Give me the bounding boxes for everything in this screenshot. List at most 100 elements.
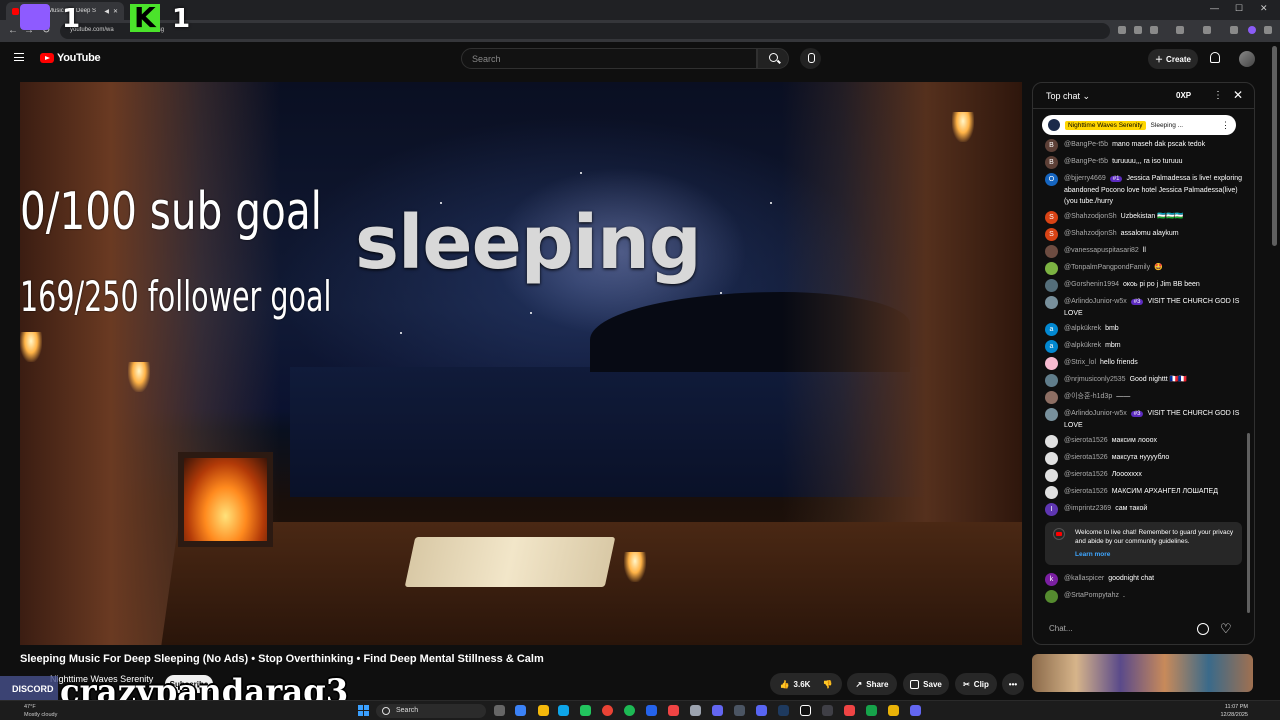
emoji-icon[interactable]: [1197, 623, 1209, 635]
app-icon[interactable]: [668, 705, 679, 716]
chat-message[interactable]: @sierota1526 максута нуууубло: [1033, 450, 1254, 467]
avatar[interactable]: [1045, 469, 1058, 482]
chat-author[interactable]: @Strix_lol: [1064, 359, 1096, 366]
chat-message[interactable]: a @alpkükrek mbm: [1033, 338, 1254, 355]
avatar[interactable]: [1045, 486, 1058, 499]
search-button[interactable]: [757, 48, 789, 69]
app-icon[interactable]: [712, 705, 723, 716]
like-button[interactable]: 👍 3.6K: [780, 680, 811, 689]
voice-search-icon[interactable]: [800, 48, 821, 69]
chat-message[interactable]: @sierota1526 Лооохххх: [1033, 467, 1254, 484]
chat-message[interactable]: @nrjmusiconly2535 Good nighttt 🇫🇷🇫🇷: [1033, 372, 1254, 389]
cast-icon[interactable]: [1118, 26, 1126, 34]
steam-icon[interactable]: [778, 705, 789, 716]
xp-badge[interactable]: 0XP: [1176, 91, 1191, 100]
chat-message[interactable]: @Strix_lol hello friends: [1033, 355, 1254, 372]
file-explorer-icon[interactable]: [538, 705, 549, 716]
chat-mode-dropdown[interactable]: Top chat ⌄: [1046, 91, 1090, 102]
chat-message[interactable]: S @ShahzodjonSh Uzbekistan 🇺🇿🇺🇿🇺🇿: [1033, 209, 1254, 226]
browser-menu-icon[interactable]: [1264, 26, 1272, 34]
chat-message[interactable]: @ArlindoJunior-w5x #3 VISIT THE CHURCH GOD…: [1033, 294, 1254, 321]
chat-author[interactable]: @BangPe-t5b: [1064, 158, 1108, 165]
chat-author[interactable]: @bjjerry4669: [1064, 175, 1106, 182]
chat-author[interactable]: @SrtaPompytahz: [1064, 592, 1119, 599]
chat-message[interactable]: S @ShahzodjonSh assalomu alaykum: [1033, 226, 1254, 243]
avatar[interactable]: a: [1045, 323, 1058, 336]
chat-author[interactable]: @BangPe-t5b: [1064, 141, 1108, 148]
avatar[interactable]: O: [1045, 173, 1058, 186]
start-icon[interactable]: [358, 705, 369, 716]
downloads-icon[interactable]: [1230, 26, 1238, 34]
pinned-message[interactable]: Nighttime Waves Serenity Sleeping ... ⋮: [1042, 115, 1236, 135]
chat-author[interactable]: @ShahzodjonSh: [1064, 230, 1117, 237]
tab-close-icon[interactable]: ✕: [113, 8, 118, 15]
clip-button[interactable]: ✂ Clip: [955, 673, 997, 695]
discord-icon[interactable]: [756, 705, 767, 716]
chat-author[interactable]: @imprintz2369: [1064, 505, 1111, 512]
avatar[interactable]: [1045, 391, 1058, 404]
avatar[interactable]: [1045, 357, 1058, 370]
heart-icon[interactable]: ♡: [1220, 621, 1232, 637]
pinned-more-icon[interactable]: ⋮: [1221, 120, 1230, 131]
app-icon[interactable]: [734, 705, 745, 716]
avatar[interactable]: k: [1045, 573, 1058, 586]
avatar[interactable]: [1045, 374, 1058, 387]
save-button[interactable]: Save: [903, 673, 949, 695]
chat-message[interactable]: I @imprintz2369 сам такой: [1033, 501, 1254, 518]
app-icon[interactable]: [822, 705, 833, 716]
create-button[interactable]: ＋ Create: [1148, 49, 1198, 69]
chrome-icon[interactable]: [602, 705, 613, 716]
avatar[interactable]: B: [1045, 139, 1058, 152]
chat-author[interactable]: @이승훈-h1d3p: [1064, 393, 1112, 400]
avatar[interactable]: S: [1045, 228, 1058, 241]
chat-author[interactable]: @TonpalmPangpondFamily: [1064, 264, 1150, 271]
taskbar-search[interactable]: Search: [376, 704, 486, 718]
notifications-bell-icon[interactable]: [1210, 52, 1220, 63]
avatar[interactable]: [1045, 435, 1058, 448]
app-icon[interactable]: [866, 705, 877, 716]
app-icon[interactable]: [844, 705, 855, 716]
chat-author[interactable]: @sierota1526: [1064, 471, 1108, 478]
account-avatar[interactable]: [1239, 51, 1255, 67]
search-input[interactable]: Search: [461, 48, 757, 69]
recommended-thumbnail-strip[interactable]: [1032, 654, 1253, 692]
chat-message[interactable]: @Gorshenin1994 окоь рі ро j Jim BB been: [1033, 277, 1254, 294]
app-icon[interactable]: [690, 705, 701, 716]
avatar[interactable]: a: [1045, 340, 1058, 353]
more-actions-button[interactable]: •••: [1002, 673, 1024, 695]
extensions-icon[interactable]: [1176, 26, 1184, 34]
chat-author[interactable]: @ArlindoJunior-w5x: [1064, 410, 1127, 417]
chat-author[interactable]: @ShahzodjonSh: [1064, 213, 1117, 220]
chat-message[interactable]: @ArlindoJunior-w5x #3 VISIT THE CHURCH GOD…: [1033, 406, 1254, 433]
maximize-icon[interactable]: ☐: [1235, 3, 1243, 14]
chat-author[interactable]: @Gorshenin1994: [1064, 281, 1119, 288]
video-player[interactable]: 0/100 sub goal 169/250 follower goal sle…: [20, 82, 1022, 645]
chat-author[interactable]: @vanessapuspitasari82: [1064, 247, 1139, 254]
window-close-icon[interactable]: ✕: [1260, 3, 1268, 14]
avatar[interactable]: [1045, 245, 1058, 258]
app-icon[interactable]: [646, 705, 657, 716]
chat-message[interactable]: O @bjjerry4669 #1 Jessica Palmadessa is liv…: [1033, 171, 1254, 209]
thumbs-down-icon[interactable]: 👎: [822, 680, 832, 689]
chat-author[interactable]: @sierota1526: [1064, 454, 1108, 461]
zoom-icon[interactable]: [1134, 26, 1142, 34]
chat-more-icon[interactable]: ⋮: [1213, 90, 1223, 101]
share-button[interactable]: ↗ Share: [847, 673, 897, 695]
chat-message[interactable]: @sierota1526 МАКСИМ АРХАНГЕЛ ЛОШАПЕД: [1033, 484, 1254, 501]
chat-close-icon[interactable]: ✕: [1233, 88, 1243, 102]
bookmark-star-icon[interactable]: [1150, 26, 1158, 34]
chat-message[interactable]: k @kallaspicer goodnight chat: [1033, 571, 1254, 588]
chat-message[interactable]: @vanessapuspitasari82 ll: [1033, 243, 1254, 260]
chat-message[interactable]: @이승훈-h1d3p ——: [1033, 389, 1254, 406]
youtube-logo[interactable]: YouTube: [40, 52, 101, 64]
tab-audio-icon[interactable]: ◀: [104, 8, 109, 15]
chat-author[interactable]: @nrjmusiconly2535: [1064, 376, 1126, 383]
chat-message[interactable]: B @BangPe-t5b mano maseh dak pscak tedok: [1033, 137, 1254, 154]
back-icon[interactable]: ←: [8, 25, 18, 36]
avatar[interactable]: [1045, 262, 1058, 275]
chat-scrollbar[interactable]: [1247, 433, 1250, 613]
address-bar[interactable]: youtube.com/wa UCI-sg: [60, 23, 1110, 39]
chat-author[interactable]: @kallaspicer: [1064, 575, 1104, 582]
avatar[interactable]: S: [1045, 211, 1058, 224]
app-icon[interactable]: [580, 705, 591, 716]
